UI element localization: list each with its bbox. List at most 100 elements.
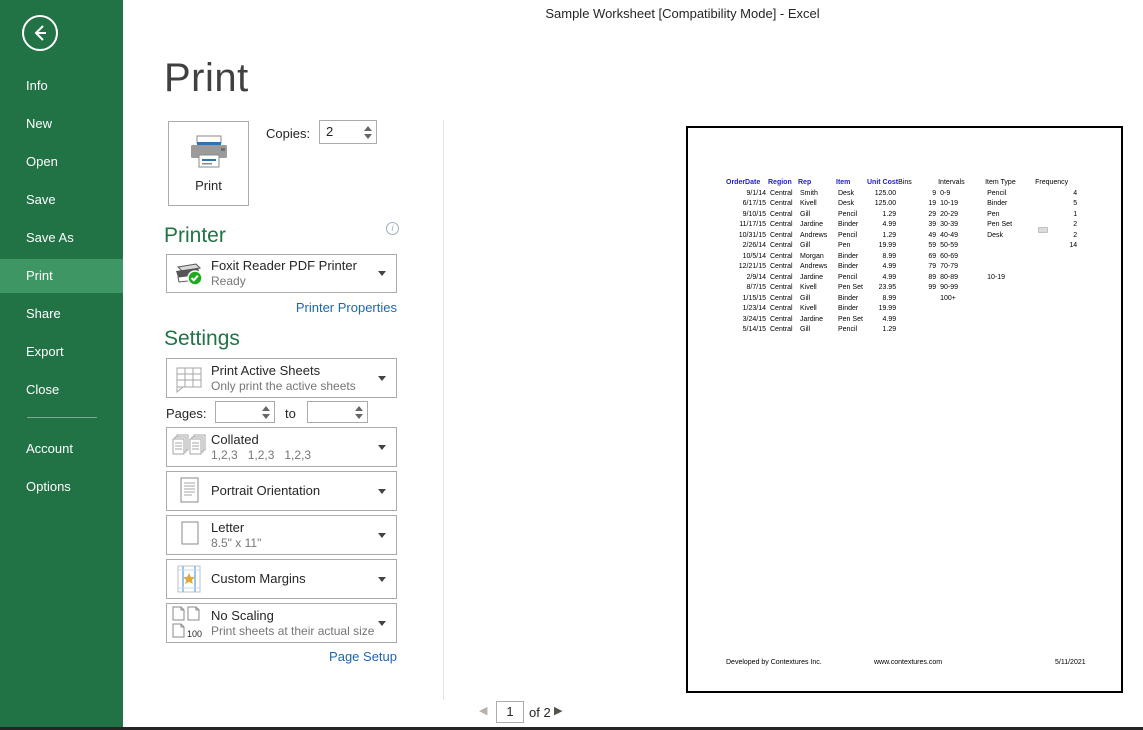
scaling-select[interactable]: 100 No Scaling Print sheets at their act… [166,603,397,643]
printer-device-icon [167,261,211,287]
scaling-icon-text: 100 [187,629,202,639]
copies-spin-arrows[interactable] [360,121,376,143]
table-row: 10/31/15CentralAndrewsPencil1.294940-49D… [726,231,1079,242]
table-row: 12/21/15CentralAndrewsBinder4.997970-79 [726,262,1079,273]
sidebar-item-save-as[interactable]: Save As [0,221,123,255]
chevron-down-icon [378,621,386,626]
active-sheets-icon [167,363,211,393]
collated-icon [167,433,211,461]
column-header: Frequency [1035,178,1079,189]
print-button-label: Print [195,178,222,193]
table-row: 2/26/14CentralGillPen19.995950-5914 [726,241,1079,252]
sidebar-item-account[interactable]: Account [0,432,123,466]
info-icon[interactable]: i [386,222,399,235]
table-row: 1/23/14CentralKivellBinder19.99 [726,304,1079,315]
sidebar-item-save[interactable]: Save [0,183,123,217]
pages-from-arrows[interactable] [258,402,274,422]
preview-table: OrderDateRegionRepItemUnit CostBinsInter… [726,178,1079,336]
table-row: 11/17/15CentralJardineBinder4.993930-39P… [726,220,1079,231]
table-row: 10/5/14CentralMorganBinder8.996960-69 [726,252,1079,263]
printer-section-header: Printer [164,224,226,248]
paper-size-title: Letter [211,520,378,536]
table-row: 3/24/15CentralJardinePen Set4.99 [726,315,1079,326]
column-header: OrderDate [726,178,768,189]
column-header: Item Type [985,178,1035,189]
table-row: 8/7/15CentralKivellPen Set23.959990-99 [726,283,1079,294]
pages-to-label: to [285,406,296,421]
pages-label: Pages: [166,406,206,421]
no-scaling-icon: 100 [167,606,211,640]
table-row: 2/9/14CentralJardinePencil4.998980-8910-… [726,273,1079,284]
orientation-title: Portrait Orientation [211,483,378,499]
print-what-subtitle: Only print the active sheets [211,379,378,394]
copies-value: 2 [320,121,360,143]
footer-left-text: Developed by Contextures Inc. [726,659,822,666]
footer-center-text: www.contextures.com [874,659,942,666]
sidebar-item-print[interactable]: Print [0,259,123,293]
paper-size-select[interactable]: Letter 8.5" x 11" [166,515,397,555]
backstage-sidebar: Info New Open Save Save As Print Share Export Cl… [0,0,123,730]
cell-comment-marker-icon [1038,227,1048,233]
pages-to-value [308,402,351,422]
letter-page-icon [167,520,211,550]
current-page-input[interactable]: 1 [496,701,524,723]
print-what-title: Print Active Sheets [211,363,378,379]
pages-to-stepper[interactable] [307,401,368,423]
column-header: Unit Cost [867,178,898,189]
chevron-down-icon [378,489,386,494]
collation-title: Collated [211,432,378,448]
sidebar-item-new[interactable]: New [0,107,123,141]
portrait-page-icon [167,476,211,506]
table-row: 1/15/15CentralGillBinder8.99100+ [726,294,1079,305]
excel-backstage-print-view: Info New Open Save Save As Print Share Export Cl… [0,0,1143,730]
sidebar-nav: Info New Open Save Save As Print Share Export Cl… [0,69,123,411]
print-button[interactable]: Print [168,121,249,206]
print-what-select[interactable]: Print Active Sheets Only print the activ… [166,358,397,398]
sidebar-item-close[interactable]: Close [0,373,123,407]
page-count-label: of 2 [529,705,551,720]
next-page-icon[interactable]: ▶ [554,704,562,717]
table-row: 5/14/15CentralGillPencil1.29 [726,325,1079,336]
printer-select[interactable]: Foxit Reader PDF Printer Ready [166,254,397,293]
chevron-down-icon [378,445,386,450]
sidebar-item-info[interactable]: Info [0,69,123,103]
back-button[interactable] [22,15,58,51]
table-row: 6/17/15CentralKivellDesk125.001910-19Bin… [726,199,1079,210]
sidebar-footer-nav: Account Options [0,432,123,508]
panel-divider [443,120,444,700]
copies-label: Copies: [266,126,310,141]
column-header: Intervals [938,178,985,189]
sidebar-item-open[interactable]: Open [0,145,123,179]
sidebar-item-export[interactable]: Export [0,335,123,369]
pages-from-stepper[interactable] [215,401,275,423]
settings-section-header: Settings [164,327,240,351]
sidebar-divider [27,417,97,418]
margins-title: Custom Margins [211,571,378,587]
orientation-select[interactable]: Portrait Orientation [166,471,397,511]
printer-icon [187,134,231,172]
page-setup-link[interactable]: Page Setup [329,649,397,664]
margins-select[interactable]: Custom Margins [166,559,397,599]
column-header: Region [768,178,798,189]
column-header: Bins [898,178,938,189]
print-preview-page: OrderDateRegionRepItemUnit CostBinsInter… [686,126,1123,693]
column-header: Rep [798,178,836,189]
printer-name: Foxit Reader PDF Printer [211,258,378,274]
table-row: 9/1/14CentralSmithDesk125.0090-9Pencil4 [726,189,1079,200]
collation-select[interactable]: Collated 1,2,3 1,2,3 1,2,3 [166,427,397,467]
sidebar-item-share[interactable]: Share [0,297,123,331]
copies-stepper[interactable]: 2 [319,120,377,144]
chevron-down-icon [378,376,386,381]
previous-page-icon[interactable]: ◀ [479,704,487,717]
window-title: Sample Worksheet [Compatibility Mode] - … [222,6,1143,21]
pages-to-arrows[interactable] [351,402,367,422]
pages-from-value [216,402,258,422]
scaling-title: No Scaling [211,608,378,624]
sidebar-item-options[interactable]: Options [0,470,123,504]
paper-size-subtitle: 8.5" x 11" [211,536,378,551]
printer-properties-link[interactable]: Printer Properties [296,300,397,315]
chevron-down-icon [378,577,386,582]
footer-right-text: 5/11/2021 [1055,659,1086,666]
column-header: Item [836,178,867,189]
back-arrow-icon [29,22,51,44]
